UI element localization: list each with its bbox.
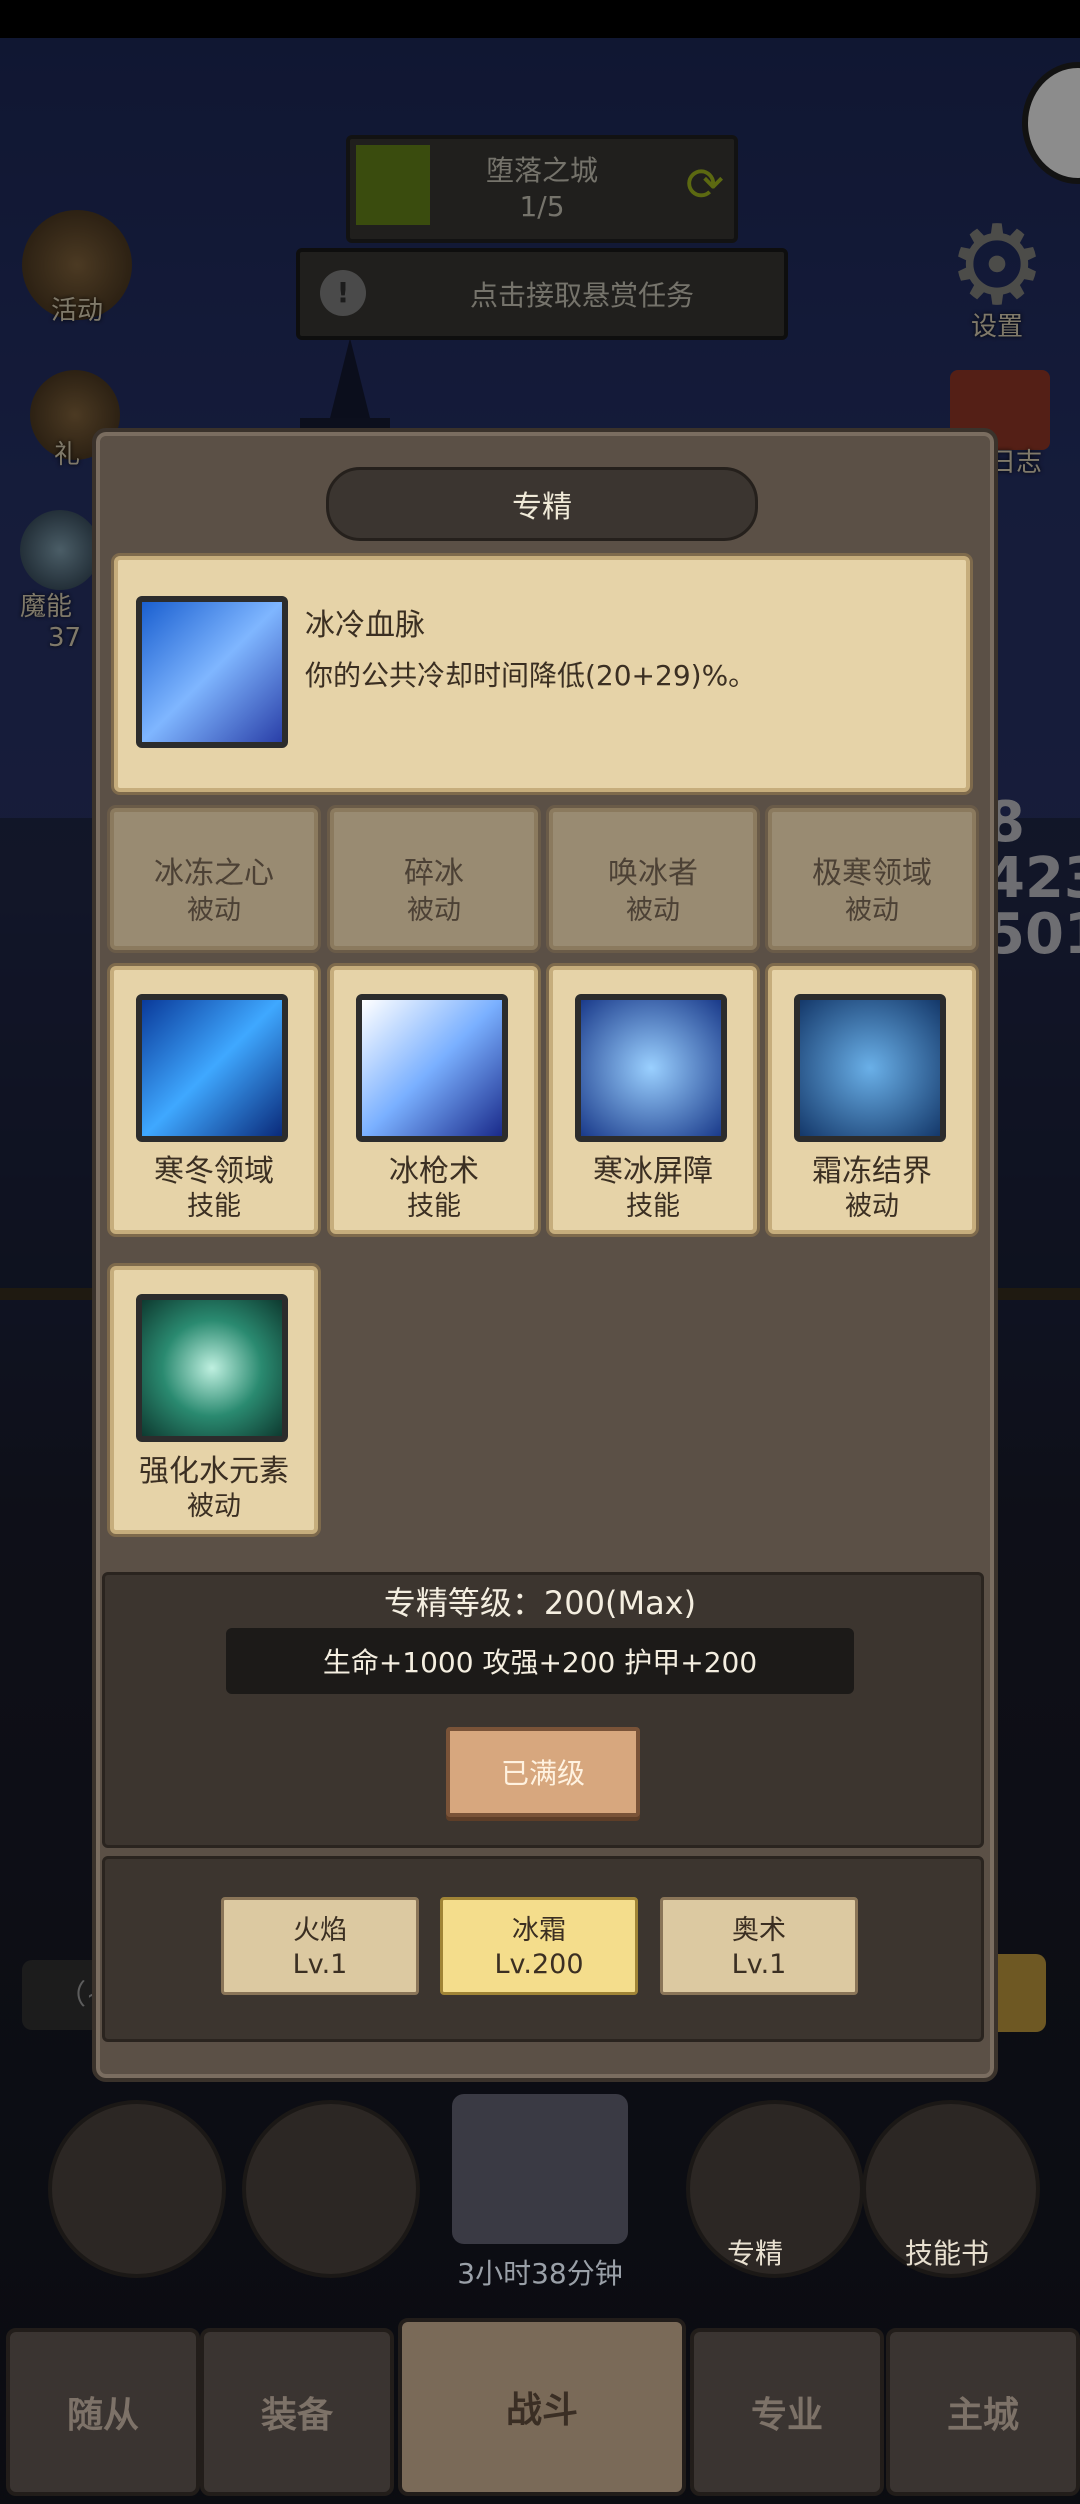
skill-type: 被动	[626, 895, 680, 926]
detail-skill-description: 你的公共冷却时间降低(20+29)%。	[305, 659, 757, 692]
skill-name: 碎冰	[404, 856, 464, 891]
nav-profession[interactable]: 专业	[690, 2328, 884, 2496]
dialog-title: 专精	[326, 467, 758, 541]
skill-card-water-elemental[interactable]: 强化水元素 被动	[110, 1266, 318, 1534]
skill-name: 极寒领域	[812, 856, 932, 891]
frost-ward-icon	[794, 994, 946, 1142]
bread-button[interactable]	[242, 2100, 420, 2278]
ice-blood-icon	[136, 596, 288, 748]
skill-type: 技能	[187, 1191, 241, 1222]
skill-type: 技能	[407, 1191, 461, 1222]
max-level-button[interactable]: 已满级	[446, 1727, 640, 1817]
skill-type: 被动	[187, 1491, 241, 1522]
skill-type: 被动	[187, 895, 241, 926]
chest-timer: 3小时38分钟	[457, 2257, 623, 2290]
stat-bonus: 生命+1000 攻强+200 护甲+200	[226, 1628, 854, 1694]
detail-skill-name: 冰冷血脉	[305, 608, 425, 643]
tab-name: 火焰	[293, 1915, 347, 1946]
tab-fire[interactable]: 火焰 Lv.1	[221, 1897, 419, 1995]
nav-equipment[interactable]: 装备	[200, 2328, 394, 2496]
tab-level: Lv.1	[731, 1949, 787, 1980]
spec-label: 专精	[726, 2237, 783, 2270]
tab-level: Lv.1	[292, 1949, 348, 1980]
tab-name: 奥术	[732, 1915, 786, 1946]
nav-battle[interactable]: 战斗	[398, 2318, 686, 2496]
tab-frost[interactable]: 冰霜 Lv.200	[440, 1897, 638, 1995]
skill-card[interactable]: 冰冻之心 被动	[110, 808, 318, 950]
skill-type: 被动	[845, 895, 899, 926]
skill-type: 技能	[626, 1191, 680, 1222]
skill-card[interactable]: 唤冰者 被动	[549, 808, 757, 950]
status-bar	[0, 0, 1080, 38]
winter-domain-icon	[136, 994, 288, 1142]
ice-barrier-icon	[575, 994, 727, 1142]
skill-card-ice-lance[interactable]: 冰枪术 技能	[330, 966, 538, 1234]
skill-type: 被动	[407, 895, 461, 926]
tab-level: Lv.200	[494, 1949, 584, 1980]
skill-type: 被动	[845, 1191, 899, 1222]
ice-lance-icon	[356, 994, 508, 1142]
skill-name: 唤冰者	[608, 856, 698, 891]
skillbook-label: 技能书	[904, 2237, 989, 2270]
spec-level: 专精等级：200(Max)	[383, 1584, 697, 1622]
tab-name: 冰霜	[512, 1915, 566, 1946]
nav-main-city[interactable]: 主城	[886, 2328, 1080, 2496]
skill-card[interactable]: 碎冰 被动	[330, 808, 538, 950]
skill-card-ice-barrier[interactable]: 寒冰屏障 技能	[549, 966, 757, 1234]
skill-card[interactable]: 极寒领域 被动	[768, 808, 976, 950]
potion-button[interactable]	[48, 2100, 226, 2278]
skill-name: 冰冻之心	[154, 856, 274, 891]
tab-arcane[interactable]: 奥术 Lv.1	[660, 1897, 858, 1995]
skill-card-winter-domain[interactable]: 寒冬领域 技能	[110, 966, 318, 1234]
chest-icon[interactable]	[452, 2094, 628, 2244]
water-elemental-icon	[136, 1294, 288, 1442]
nav-followers[interactable]: 随从	[6, 2328, 200, 2496]
skill-card-frost-ward[interactable]: 霜冻结界 被动	[768, 966, 976, 1234]
